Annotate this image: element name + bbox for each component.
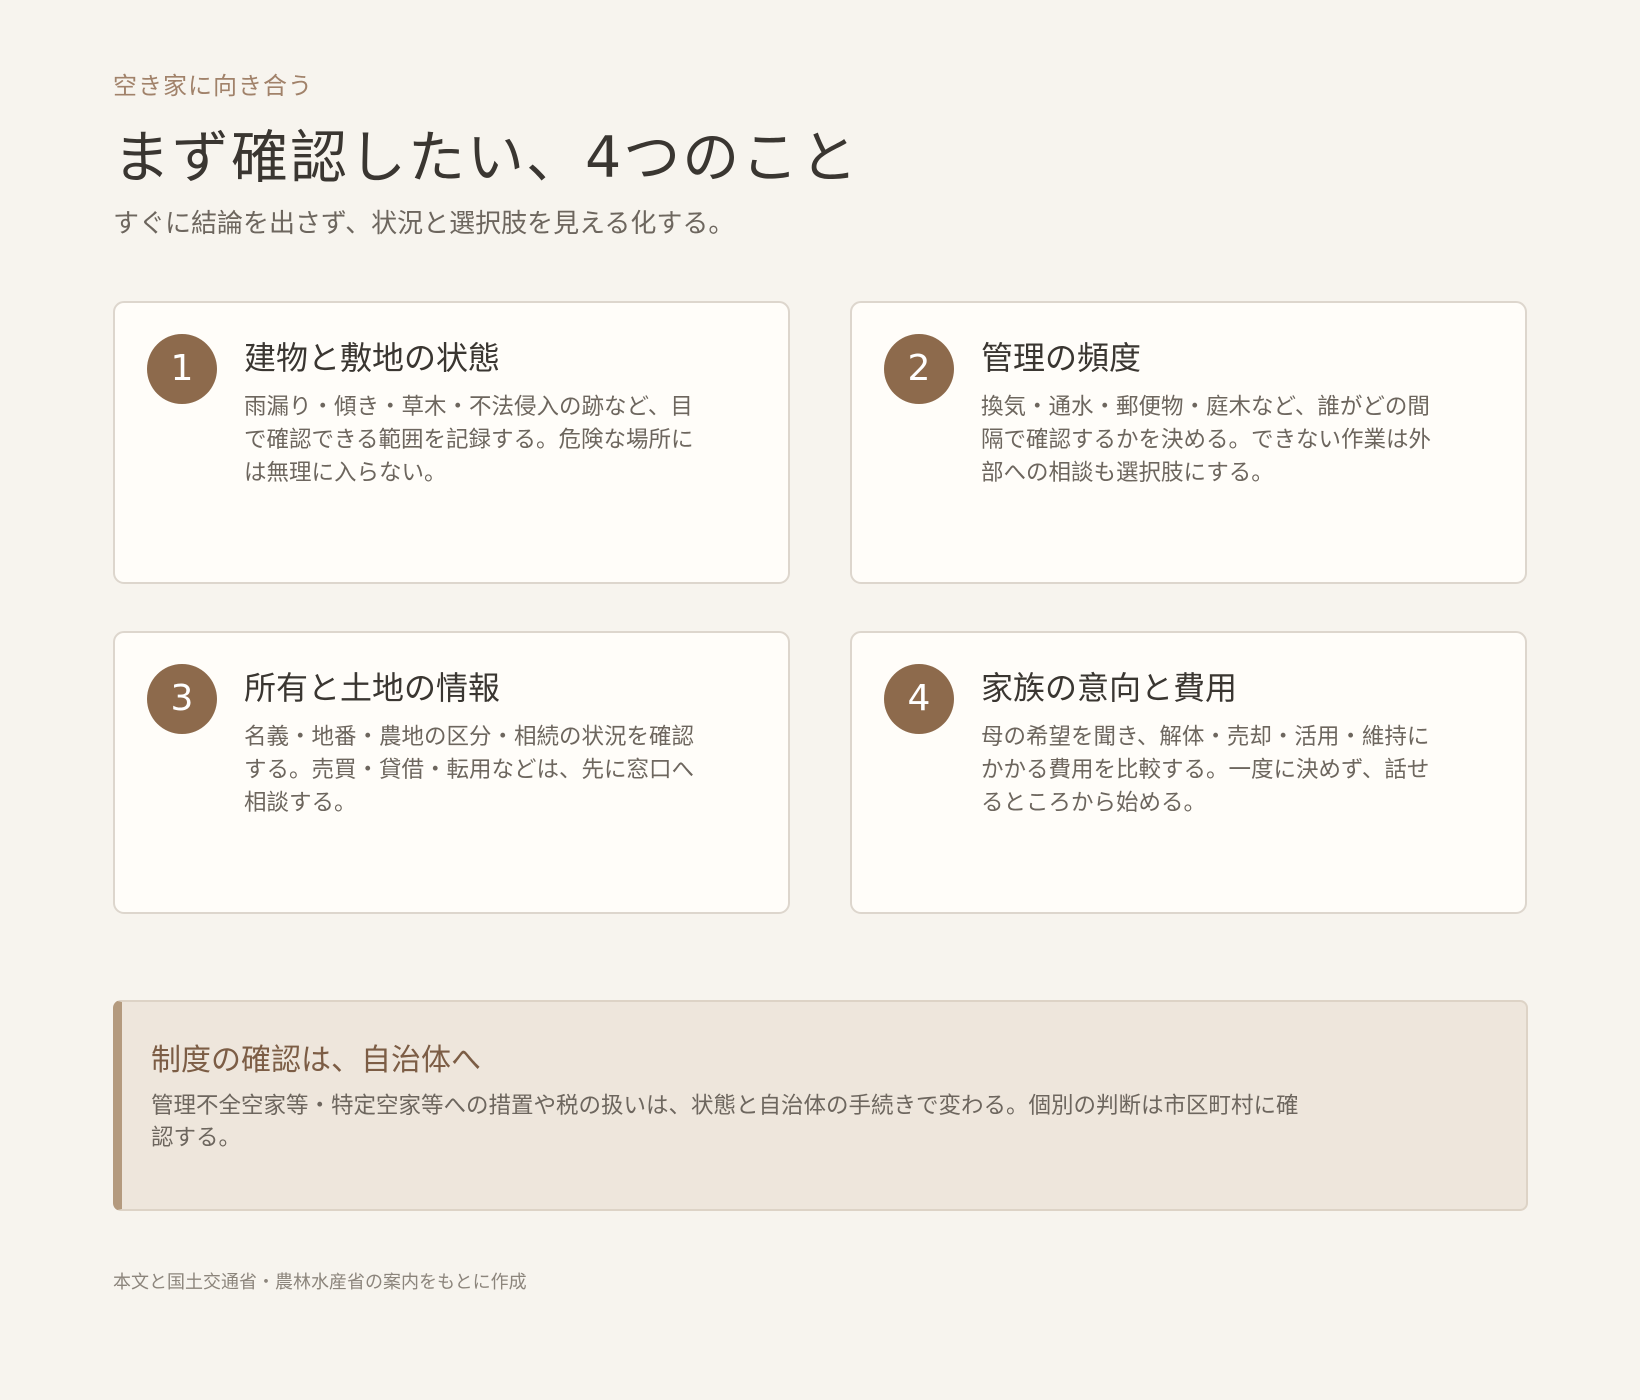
- card-title: 管理の頻度: [981, 339, 1142, 377]
- card-description: 換気・通水・郵便物・庭木など、誰がどの間隔で確認するかを決める。できない作業は外…: [981, 394, 1432, 486]
- card-description: 名義・地番・農地の区分・相続の状況を確認する。売買・貸借・転用などは、先に窓口へ…: [244, 724, 695, 816]
- page-title: まず確認したい、4つのこと: [113, 125, 860, 191]
- card-title: 所有と土地の情報: [244, 669, 501, 707]
- card-title: 建物と敷地の状態: [244, 339, 501, 377]
- checklist-card-2: 2 管理の頻度 換気・通水・郵便物・庭木など、誰がどの間隔で確認するかを決める。…: [850, 301, 1527, 584]
- notice-box: 制度の確認は、自治体へ 管理不全空家等・特定空家等への措置や税の扱いは、状態と自…: [113, 1000, 1528, 1211]
- checklist-card-4: 4 家族の意向と費用 母の希望を聞き、解体・売却・活用・維持にかかる費用を比較す…: [850, 631, 1527, 914]
- step-number-badge: 3: [147, 664, 217, 734]
- notice-title: 制度の確認は、自治体へ: [151, 1043, 481, 1078]
- page-subtitle: すぐに結論を出さず、状況と選択肢を見える化する。: [113, 209, 735, 239]
- checklist-card-3: 3 所有と土地の情報 名義・地番・農地の区分・相続の状況を確認する。売買・貸借・…: [113, 631, 790, 914]
- card-description: 雨漏り・傾き・草木・不法侵入の跡など、目で確認できる範囲を記録する。危険な場所に…: [244, 394, 694, 486]
- card-description: 母の希望を聞き、解体・売却・活用・維持にかかる費用を比較する。一度に決めず、話せ…: [981, 724, 1430, 816]
- checklist-grid: 1 建物と敷地の状態 雨漏り・傾き・草木・不法侵入の跡など、目で確認できる範囲を…: [113, 301, 1528, 916]
- step-number-badge: 2: [884, 334, 954, 404]
- page-eyebrow: 空き家に向き合う: [113, 72, 313, 100]
- step-number-badge: 4: [884, 664, 954, 734]
- checklist-card-1: 1 建物と敷地の状態 雨漏り・傾き・草木・不法侵入の跡など、目で確認できる範囲を…: [113, 301, 790, 584]
- notice-body: 管理不全空家等・特定空家等への措置や税の扱いは、状態と自治体の手続きで変わる。個…: [151, 1093, 1299, 1151]
- card-title: 家族の意向と費用: [981, 669, 1238, 707]
- step-number-badge: 1: [147, 334, 217, 404]
- source-note: 本文と国土交通省・農林水産省の案内をもとに作成: [113, 1272, 527, 1293]
- page: 空き家に向き合う まず確認したい、4つのこと すぐに結論を出さず、状況と選択肢を…: [113, 0, 1528, 1400]
